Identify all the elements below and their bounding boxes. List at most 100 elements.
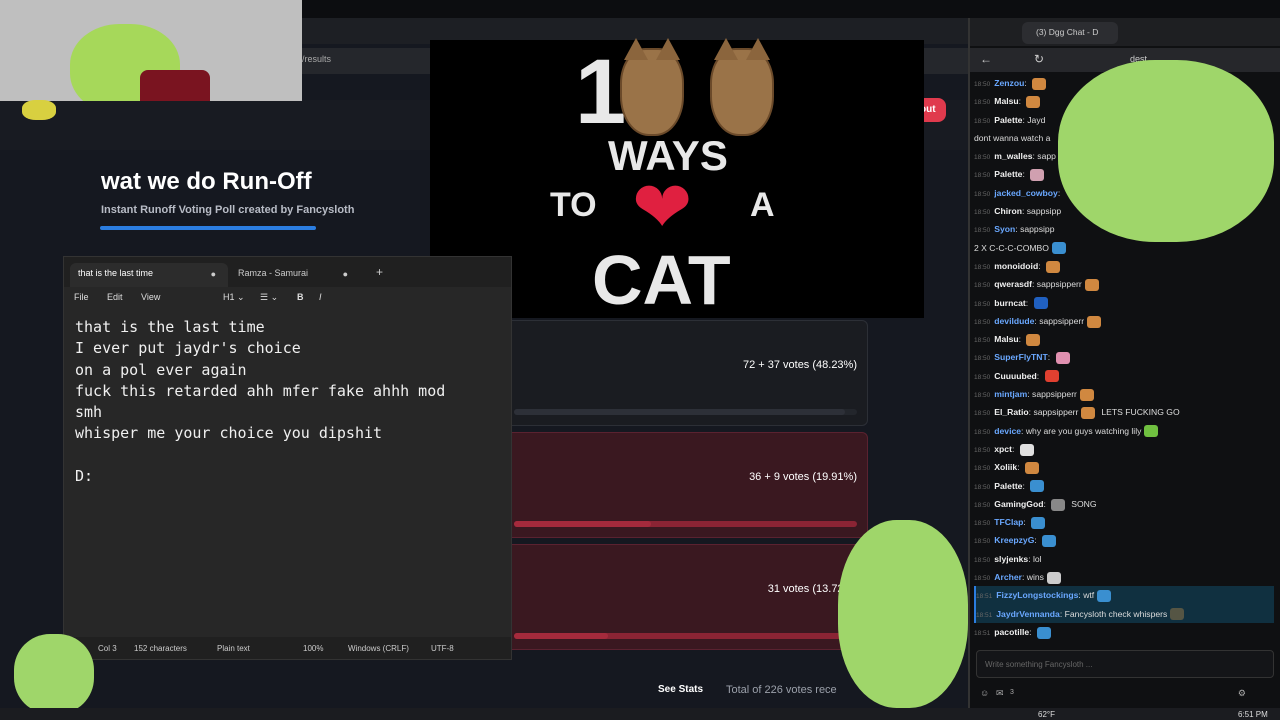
username-separator: : bbox=[1017, 462, 1022, 473]
reload-icon[interactable]: ↻ bbox=[1034, 52, 1044, 66]
username-separator: : bbox=[1057, 187, 1061, 198]
chat-username[interactable]: TFClap bbox=[994, 517, 1023, 527]
bold-button[interactable]: B bbox=[297, 292, 304, 302]
emote-icon bbox=[1030, 480, 1045, 493]
chat-username[interactable]: Malsu bbox=[994, 334, 1018, 344]
message-timestamp: 18:50 bbox=[974, 318, 991, 326]
chat-username[interactable]: El_Ratio bbox=[994, 407, 1028, 417]
new-tab-button[interactable]: + bbox=[376, 265, 383, 279]
emote-icon bbox=[1042, 535, 1057, 548]
option-bar-fill bbox=[514, 633, 609, 639]
chat-username[interactable]: devildude bbox=[994, 316, 1034, 326]
chat-username[interactable]: xpct bbox=[994, 444, 1012, 454]
chat-username[interactable]: slyjenks bbox=[994, 554, 1028, 564]
see-stats-button[interactable]: See Stats bbox=[658, 684, 703, 695]
emote-icon bbox=[1051, 498, 1066, 511]
chat-username[interactable]: Archer bbox=[994, 572, 1022, 582]
chat-username[interactable]: device bbox=[994, 426, 1021, 436]
tab-dgg-chat[interactable]: (3) Dgg Chat - D bbox=[1022, 22, 1118, 44]
message-text: wins bbox=[1026, 572, 1044, 583]
message-timestamp: 18:50 bbox=[974, 465, 991, 473]
message-timestamp: 18:50 bbox=[974, 355, 991, 363]
chat-username[interactable]: JaydrVennanda bbox=[996, 609, 1060, 619]
notepad-text-area[interactable]: that is the last time I ever put jaydr's… bbox=[75, 317, 445, 487]
message-text: Jayd bbox=[1027, 114, 1046, 125]
menu-file[interactable]: File bbox=[74, 292, 89, 302]
chat-username[interactable]: Palette bbox=[994, 115, 1022, 125]
message-timestamp: 18:50 bbox=[974, 190, 991, 198]
option-bar-fill bbox=[514, 521, 651, 527]
tab-ramza[interactable]: Ramza - Samurai ● bbox=[230, 263, 360, 287]
message-timestamp: 18:50 bbox=[974, 227, 991, 235]
menu-view[interactable]: View bbox=[141, 292, 160, 302]
italic-button[interactable]: I bbox=[319, 292, 322, 302]
emote-icon bbox=[1032, 77, 1047, 90]
thumb-to: TO bbox=[550, 186, 597, 224]
heart-icon: ❤ bbox=[632, 168, 693, 248]
chat-username[interactable]: burncat bbox=[994, 298, 1026, 308]
chat-username[interactable]: FizzyLongstockings bbox=[996, 590, 1078, 600]
message-text: sappsipp bbox=[1020, 224, 1055, 235]
chat-message: 18:50 Malsu: bbox=[974, 330, 1274, 348]
message-timestamp: 18:50 bbox=[974, 538, 991, 546]
list-dropdown[interactable]: ☰ ⌄ bbox=[260, 292, 278, 303]
chat-username[interactable]: pacotille bbox=[994, 627, 1029, 637]
message-timestamp: 18:50 bbox=[974, 373, 991, 381]
zoom-level: 100% bbox=[303, 644, 324, 653]
message-text: why are you guys watching lily bbox=[1025, 425, 1142, 436]
message-timestamp: 18:50 bbox=[974, 446, 991, 454]
chat-message: 18:50 Archer: wins bbox=[974, 568, 1274, 586]
menu-edit[interactable]: Edit bbox=[107, 292, 123, 302]
chat-username[interactable]: Syon bbox=[994, 224, 1015, 234]
emote-icon bbox=[1046, 571, 1061, 584]
heading-dropdown[interactable]: H1 ⌄ bbox=[223, 292, 245, 303]
chat-message: 18:50 El_Ratio: sappsipperr LETS FUCKING G… bbox=[974, 403, 1274, 421]
chat-username[interactable]: monoidoid bbox=[994, 261, 1038, 271]
message-timestamp: 18:50 bbox=[974, 483, 991, 491]
chat-username[interactable]: qwerasdf bbox=[994, 279, 1032, 289]
line-ending: Windows (CRLF) bbox=[348, 644, 409, 653]
alien-mascot-image bbox=[1058, 60, 1274, 242]
chat-username[interactable]: jacked_cowboy bbox=[994, 188, 1058, 198]
text-format: Plain text bbox=[217, 644, 250, 653]
tab-last-time[interactable]: that is the last time ● bbox=[70, 263, 228, 287]
option-bar bbox=[514, 409, 857, 415]
settings-icon[interactable]: ⚙ bbox=[1238, 688, 1246, 699]
encoding: UTF-8 bbox=[431, 644, 454, 653]
chat-username[interactable]: Palette bbox=[994, 481, 1022, 491]
chat-username[interactable]: Malsu bbox=[994, 96, 1018, 106]
message-timestamp: 18:50 bbox=[974, 117, 991, 125]
message-text: sappsipp bbox=[1026, 206, 1062, 217]
chat-username[interactable]: m_walles bbox=[994, 151, 1032, 161]
username-separator: : bbox=[1022, 480, 1028, 491]
message-timestamp: 18:50 bbox=[974, 575, 991, 583]
chat-message: 18:50 Cuuuubed: bbox=[974, 367, 1274, 385]
emote-icon bbox=[1051, 242, 1066, 255]
emote-icon bbox=[1087, 315, 1102, 328]
option-bar bbox=[514, 521, 857, 527]
back-icon[interactable]: ← bbox=[980, 52, 992, 66]
chat-username[interactable]: Palette bbox=[994, 169, 1022, 179]
chat-username[interactable]: SuperFlyTNT bbox=[994, 352, 1047, 362]
chat-input[interactable]: Write something Fancysloth ... bbox=[976, 650, 1274, 678]
whisper-icon[interactable]: ✉ bbox=[996, 688, 1004, 699]
chat-message: 18:50 GamingGod: SONG bbox=[974, 495, 1274, 513]
chat-username[interactable]: mintjam bbox=[994, 389, 1027, 399]
chat-username[interactable]: Zenzou bbox=[994, 78, 1024, 88]
cup-image bbox=[140, 70, 210, 101]
emote-icon bbox=[1026, 333, 1041, 346]
chat-username[interactable]: Xoliik bbox=[994, 462, 1017, 472]
notepad-statusbar: Col 3 152 characters Plain text 100% Win… bbox=[64, 637, 511, 659]
emote-icon bbox=[1030, 169, 1045, 182]
chat-username[interactable]: GamingGod bbox=[994, 499, 1043, 509]
pepe-logo-icon bbox=[22, 100, 56, 120]
page-title: wat we do Run-Off bbox=[101, 168, 312, 195]
chat-username[interactable]: Cuuuubed bbox=[994, 371, 1036, 381]
username-separator: : bbox=[1025, 297, 1031, 308]
message-text: sappsipperr bbox=[1039, 315, 1085, 326]
chat-username[interactable]: KreepzyG bbox=[994, 535, 1034, 545]
emoji-icon[interactable]: ☺ bbox=[980, 688, 989, 698]
chat-username[interactable]: Chiron bbox=[994, 206, 1022, 216]
message-timestamp: 18:50 bbox=[974, 154, 991, 162]
chat-message: 18:50 slyjenks: lol bbox=[974, 550, 1274, 568]
